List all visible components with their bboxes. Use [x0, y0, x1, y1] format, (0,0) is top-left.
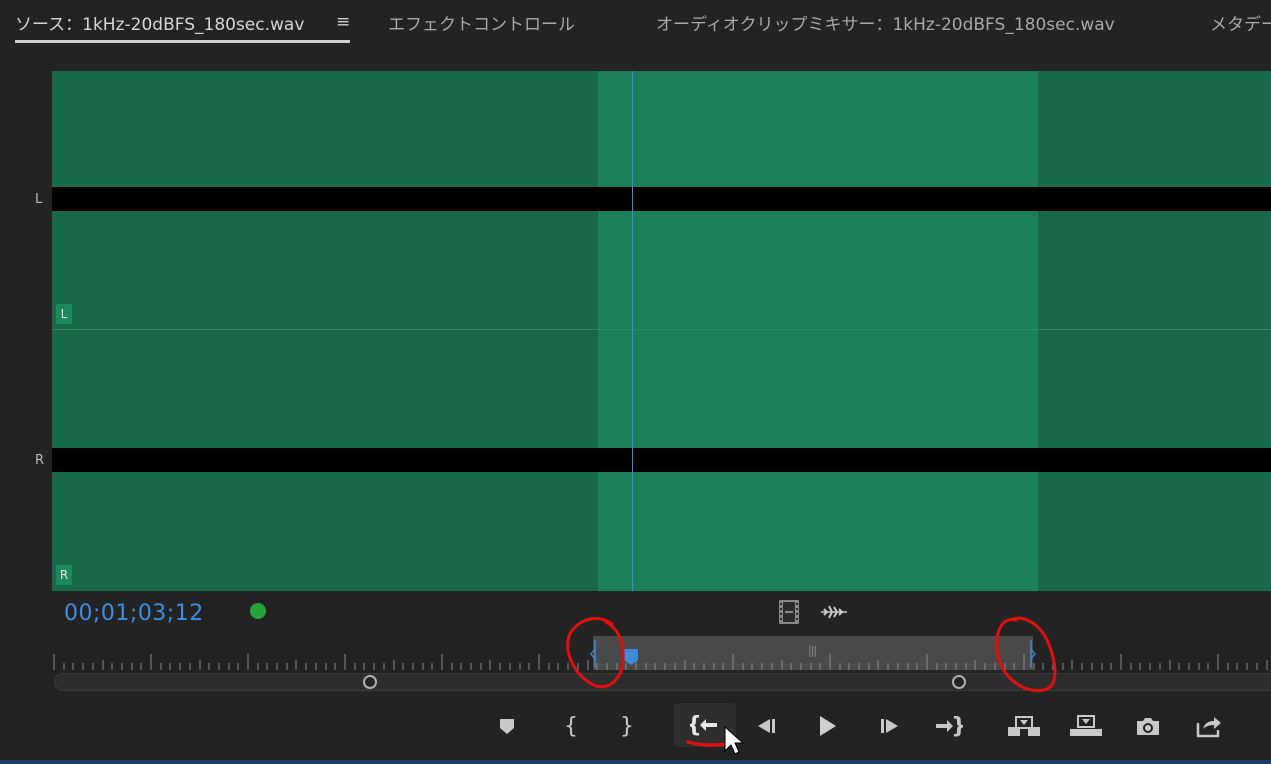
channel-tag-left: L	[56, 304, 72, 324]
right-channel-center-line	[52, 448, 1271, 472]
go-to-in-button[interactable]: {	[674, 703, 736, 747]
overwrite-button[interactable]	[1066, 706, 1106, 746]
export-icon	[1195, 713, 1223, 739]
in-out-center-grip: |||	[808, 644, 817, 657]
play-icon	[815, 714, 839, 738]
timecode-display[interactable]: 00;01;03;12	[64, 601, 204, 626]
play-button[interactable]	[807, 706, 847, 746]
active-tab-indicator	[15, 40, 350, 43]
camera-icon	[1135, 715, 1161, 737]
add-marker-button[interactable]	[487, 706, 527, 746]
channel-tag-right: R	[56, 565, 72, 585]
step-forward-icon	[878, 716, 902, 736]
share-export-button[interactable]	[1189, 706, 1229, 746]
playhead-line	[632, 71, 633, 591]
svg-text:{: {	[564, 714, 578, 738]
zoom-handle-right[interactable]	[952, 675, 966, 689]
tab-effect-controls[interactable]: エフェクトコントロール	[388, 10, 575, 35]
go-to-out-button[interactable]: }	[928, 706, 968, 746]
panel-bottom-border	[0, 760, 1271, 764]
time-ruler[interactable]: |||	[52, 636, 1271, 672]
zoom-handle-left[interactable]	[363, 675, 377, 689]
mark-out-icon: }	[617, 714, 637, 738]
panel-tab-bar: ソース：1kHz-20dBFS_180sec.wav ≡ エフェクトコントロール…	[0, 0, 1271, 44]
step-back-button[interactable]	[746, 706, 786, 746]
svg-text:}: }	[620, 714, 634, 738]
ruler-markers	[590, 640, 1036, 668]
channel-divider	[52, 329, 1271, 330]
go-to-in-icon: {	[690, 713, 720, 737]
tab-metadata[interactable]: メタデータ	[1210, 10, 1271, 35]
zoom-scrollbar[interactable]	[54, 673, 1271, 691]
tab-source[interactable]: ソース：1kHz-20dBFS_180sec.wav	[15, 10, 304, 35]
mark-in-icon: {	[561, 714, 581, 738]
step-forward-button[interactable]	[870, 706, 910, 746]
insert-icon	[1007, 714, 1041, 738]
svg-text:}: }	[951, 714, 963, 738]
playhead-handle	[624, 649, 638, 665]
marker-icon	[497, 716, 517, 736]
channel-label-left: L	[35, 192, 43, 207]
status-indicator	[250, 603, 266, 619]
overwrite-icon	[1069, 714, 1103, 738]
export-frame-button[interactable]	[1128, 706, 1168, 746]
left-channel-center-line	[52, 187, 1271, 211]
drag-video-only-icon[interactable]	[779, 600, 799, 624]
step-back-icon	[754, 716, 778, 736]
drag-audio-only-icon[interactable]	[820, 602, 848, 622]
mark-in-button[interactable]: {	[551, 706, 591, 746]
go-to-out-icon: }	[933, 714, 963, 738]
in-out-region	[598, 71, 1038, 591]
audio-waveform-display[interactable]: L R	[52, 71, 1271, 591]
insert-button[interactable]	[1004, 706, 1044, 746]
channel-label-right: R	[35, 453, 45, 468]
panel-menu-icon[interactable]: ≡	[336, 12, 350, 32]
mark-out-button[interactable]: }	[607, 706, 647, 746]
tab-audio-clip-mixer[interactable]: オーディオクリップミキサー：1kHz-20dBFS_180sec.wav	[656, 10, 1115, 35]
